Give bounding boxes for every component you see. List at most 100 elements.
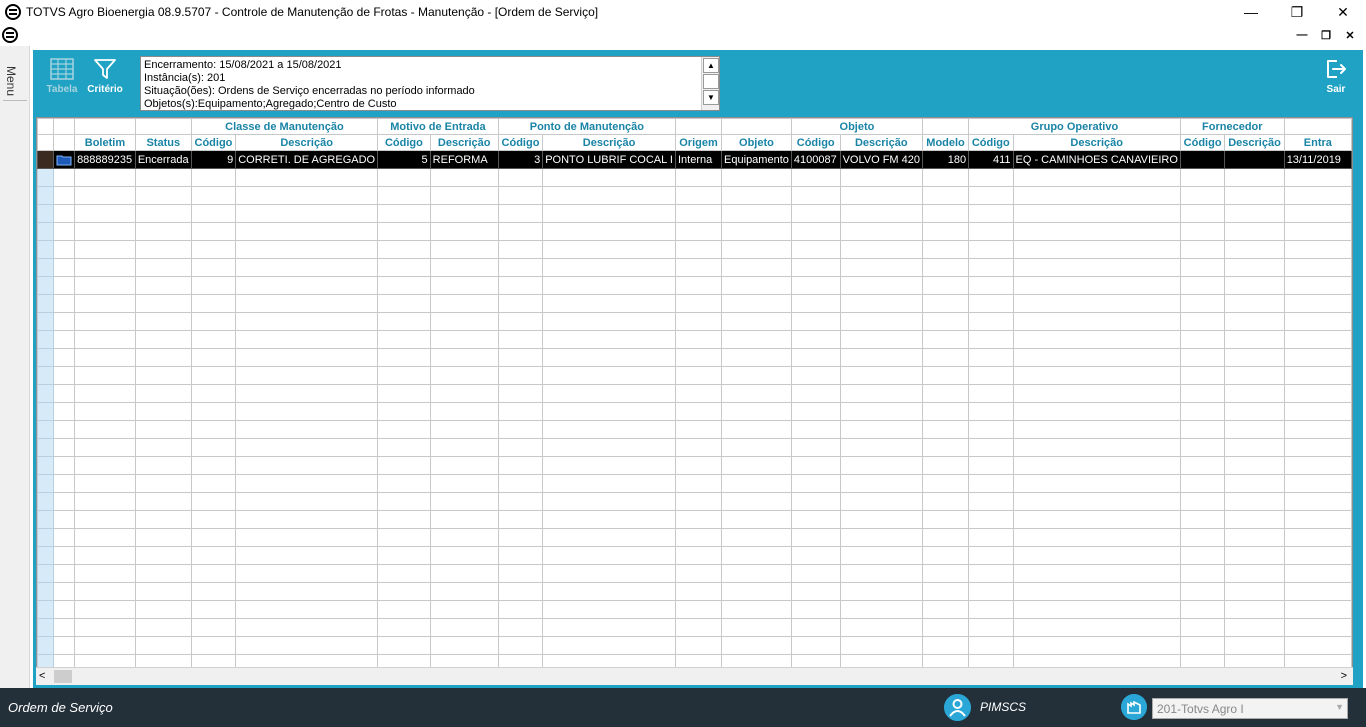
empty-cell[interactable]: [542, 420, 676, 439]
empty-cell[interactable]: [790, 438, 841, 457]
empty-cell[interactable]: [921, 456, 970, 475]
empty-cell[interactable]: [542, 384, 676, 403]
empty-cell[interactable]: [134, 474, 192, 493]
empty-cell[interactable]: [377, 564, 431, 583]
empty-cell[interactable]: [1179, 546, 1226, 565]
empty-cell[interactable]: [134, 312, 192, 331]
empty-cell[interactable]: [721, 510, 792, 529]
empty-cell[interactable]: [497, 348, 544, 367]
row-selector[interactable]: [37, 186, 55, 205]
empty-cell[interactable]: [429, 240, 499, 259]
col-header-status[interactable]: Status: [134, 134, 192, 151]
empty-cell[interactable]: [74, 186, 136, 205]
empty-cell[interactable]: [1012, 294, 1181, 313]
empty-cell[interactable]: [74, 564, 136, 583]
empty-cell[interactable]: [190, 258, 237, 277]
empty-cell[interactable]: [1283, 186, 1352, 205]
empty-cell[interactable]: [134, 348, 192, 367]
empty-cell[interactable]: [429, 582, 499, 601]
empty-cell[interactable]: [53, 168, 76, 187]
empty-cell[interactable]: [1012, 510, 1181, 529]
empty-cell[interactable]: [235, 258, 379, 277]
empty-cell[interactable]: [1224, 600, 1285, 619]
empty-row[interactable]: [37, 240, 1352, 259]
row-selector[interactable]: [37, 330, 55, 349]
empty-cell[interactable]: [134, 294, 192, 313]
empty-cell[interactable]: [134, 168, 192, 187]
row-selector[interactable]: [37, 222, 55, 241]
empty-cell[interactable]: [1012, 456, 1181, 475]
empty-cell[interactable]: [721, 618, 792, 637]
empty-cell[interactable]: [1224, 312, 1285, 331]
empty-cell[interactable]: [921, 240, 970, 259]
empty-cell[interactable]: [377, 456, 431, 475]
empty-cell[interactable]: [968, 348, 1014, 367]
empty-cell[interactable]: [790, 330, 841, 349]
empty-cell[interactable]: [235, 366, 379, 385]
empty-cell[interactable]: [429, 186, 499, 205]
empty-cell[interactable]: [839, 438, 924, 457]
empty-cell[interactable]: [674, 438, 723, 457]
empty-cell[interactable]: [134, 240, 192, 259]
empty-cell[interactable]: [790, 456, 841, 475]
empty-cell[interactable]: [134, 186, 192, 205]
empty-cell[interactable]: [134, 618, 192, 637]
empty-cell[interactable]: [235, 204, 379, 223]
empty-cell[interactable]: [1179, 348, 1226, 367]
empty-cell[interactable]: [721, 600, 792, 619]
empty-cell[interactable]: [74, 582, 136, 601]
empty-cell[interactable]: [1224, 636, 1285, 655]
empty-cell[interactable]: [497, 366, 544, 385]
empty-cell[interactable]: [134, 636, 192, 655]
empty-cell[interactable]: [190, 168, 237, 187]
empty-cell[interactable]: [134, 420, 192, 439]
empty-row[interactable]: [37, 402, 1352, 421]
empty-cell[interactable]: [429, 402, 499, 421]
empty-cell[interactable]: [1283, 348, 1352, 367]
row-selector[interactable]: [37, 456, 55, 475]
empty-cell[interactable]: [1224, 222, 1285, 241]
col-header-boletim[interactable]: Boletim: [74, 134, 136, 151]
empty-cell[interactable]: [235, 294, 379, 313]
row-selector[interactable]: [37, 636, 55, 655]
empty-cell[interactable]: [721, 384, 792, 403]
empty-cell[interactable]: [839, 564, 924, 583]
empty-cell[interactable]: [1012, 240, 1181, 259]
empty-cell[interactable]: [1283, 510, 1352, 529]
empty-cell[interactable]: [721, 528, 792, 547]
empty-cell[interactable]: [497, 276, 544, 295]
empty-cell[interactable]: [1179, 474, 1226, 493]
empty-cell[interactable]: [1224, 474, 1285, 493]
row-selector[interactable]: [37, 474, 55, 493]
empty-cell[interactable]: [1224, 186, 1285, 205]
empty-cell[interactable]: [429, 168, 499, 187]
empty-cell[interactable]: [235, 438, 379, 457]
cell-motivo-descricao[interactable]: REFORMA: [429, 150, 499, 169]
empty-cell[interactable]: [674, 294, 723, 313]
cell-modelo[interactable]: 180: [921, 150, 970, 169]
empty-cell[interactable]: [190, 204, 237, 223]
empty-cell[interactable]: [497, 258, 544, 277]
empty-cell[interactable]: [235, 528, 379, 547]
empty-cell[interactable]: [190, 456, 237, 475]
scroll-thumb[interactable]: [703, 74, 719, 89]
empty-row[interactable]: [37, 204, 1352, 223]
empty-cell[interactable]: [497, 330, 544, 349]
empty-cell[interactable]: [1224, 438, 1285, 457]
empty-cell[interactable]: [74, 168, 136, 187]
empty-cell[interactable]: [429, 330, 499, 349]
empty-cell[interactable]: [968, 420, 1014, 439]
empty-cell[interactable]: [542, 348, 676, 367]
empty-cell[interactable]: [377, 402, 431, 421]
empty-cell[interactable]: [377, 636, 431, 655]
empty-cell[interactable]: [1012, 492, 1181, 511]
empty-cell[interactable]: [74, 330, 136, 349]
empty-cell[interactable]: [968, 456, 1014, 475]
empty-row[interactable]: [37, 258, 1352, 277]
empty-cell[interactable]: [53, 510, 76, 529]
empty-cell[interactable]: [921, 186, 970, 205]
empty-cell[interactable]: [190, 636, 237, 655]
data-grid[interactable]: Classe de Manutenção Motivo de Entrada P…: [36, 117, 1353, 685]
empty-cell[interactable]: [839, 348, 924, 367]
empty-cell[interactable]: [429, 474, 499, 493]
